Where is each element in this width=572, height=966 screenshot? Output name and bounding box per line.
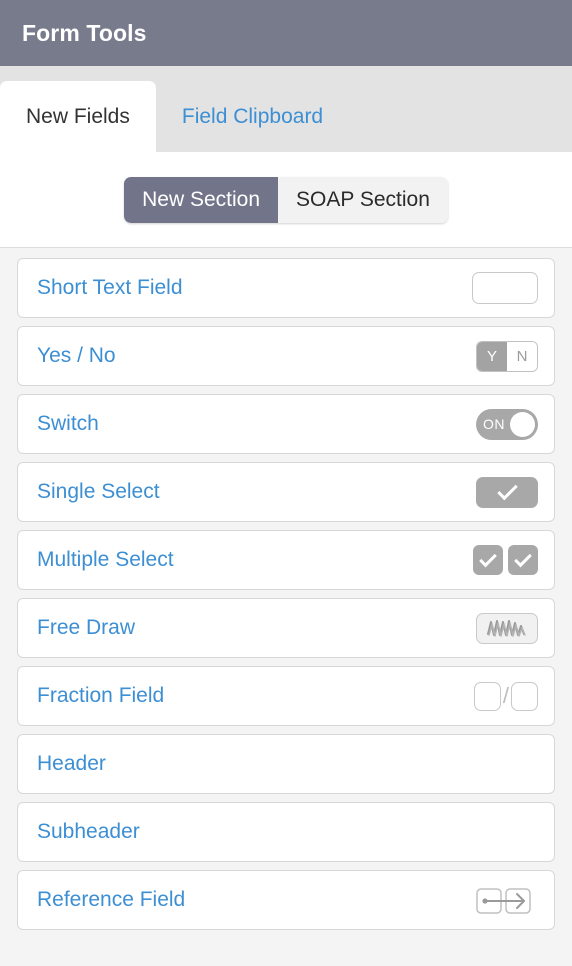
list-item-label: Reference Field (37, 888, 186, 911)
list-item-yes-no[interactable]: Yes / No Y N (17, 326, 555, 386)
list-item-fraction-field[interactable]: Fraction Field / (17, 666, 555, 726)
no-icon (460, 815, 538, 849)
scribble-icon (460, 611, 538, 645)
segment-soap-section-label: SOAP Section (296, 187, 430, 211)
yes-segment-label: Y (477, 341, 507, 371)
text-box-icon (460, 271, 538, 305)
list-item-label: Short Text Field (37, 276, 183, 299)
list-item-label: Switch (37, 412, 99, 435)
list-item-label: Fraction Field (37, 684, 165, 707)
section-toggle-area: New Section SOAP Section (0, 152, 572, 248)
segment-soap-section[interactable]: SOAP Section (278, 176, 448, 223)
fraction-separator: / (502, 683, 509, 708)
tab-field-clipboard-label: Field Clipboard (181, 105, 324, 128)
list-item-short-text-field[interactable]: Short Text Field (17, 258, 555, 318)
list-item-header[interactable]: Header (17, 734, 555, 794)
list-item-label: Free Draw (37, 616, 136, 639)
field-list: Short Text Field Yes / No Y N Switch ON … (0, 248, 572, 966)
segment-new-section[interactable]: New Section (124, 176, 279, 223)
list-item-label: Header (37, 752, 106, 775)
list-item-multiple-select[interactable]: Multiple Select (17, 530, 555, 590)
list-item-label: Single Select (37, 480, 160, 503)
section-toggle-group: New Section SOAP Section (124, 176, 448, 223)
list-item-label: Subheader (37, 820, 140, 843)
fraction-numerator-box (473, 681, 501, 711)
list-item-label: Multiple Select (37, 548, 174, 571)
reference-arrow-icon (460, 883, 538, 917)
tab-field-clipboard[interactable]: Field Clipboard (156, 81, 349, 152)
page-title: Form Tools (22, 19, 147, 46)
list-item-switch[interactable]: Switch ON (17, 394, 555, 454)
switch-knob (510, 411, 535, 437)
fraction-denominator-box (511, 681, 538, 711)
tab-new-fields[interactable]: New Fields (0, 81, 156, 152)
segment-new-section-label: New Section (142, 187, 261, 211)
multi-checkmark-icon (460, 543, 538, 577)
list-item-reference-field[interactable]: Reference Field (17, 870, 555, 930)
title-bar: Form Tools (0, 0, 572, 66)
no-icon (460, 747, 538, 781)
single-checkmark-icon (460, 475, 538, 509)
yes-no-toggle-icon: Y N (460, 339, 538, 373)
list-item-free-draw[interactable]: Free Draw (17, 598, 555, 658)
no-segment-label: N (507, 341, 537, 371)
tab-bar: New Fields Field Clipboard (0, 66, 572, 152)
switch-on-icon: ON (460, 407, 538, 441)
switch-state-label: ON (483, 416, 505, 432)
list-item-subheader[interactable]: Subheader (17, 802, 555, 862)
list-item-label: Yes / No (37, 344, 116, 367)
list-item-single-select[interactable]: Single Select (17, 462, 555, 522)
fraction-boxes-icon: / (460, 679, 538, 713)
tab-new-fields-label: New Fields (26, 105, 130, 128)
